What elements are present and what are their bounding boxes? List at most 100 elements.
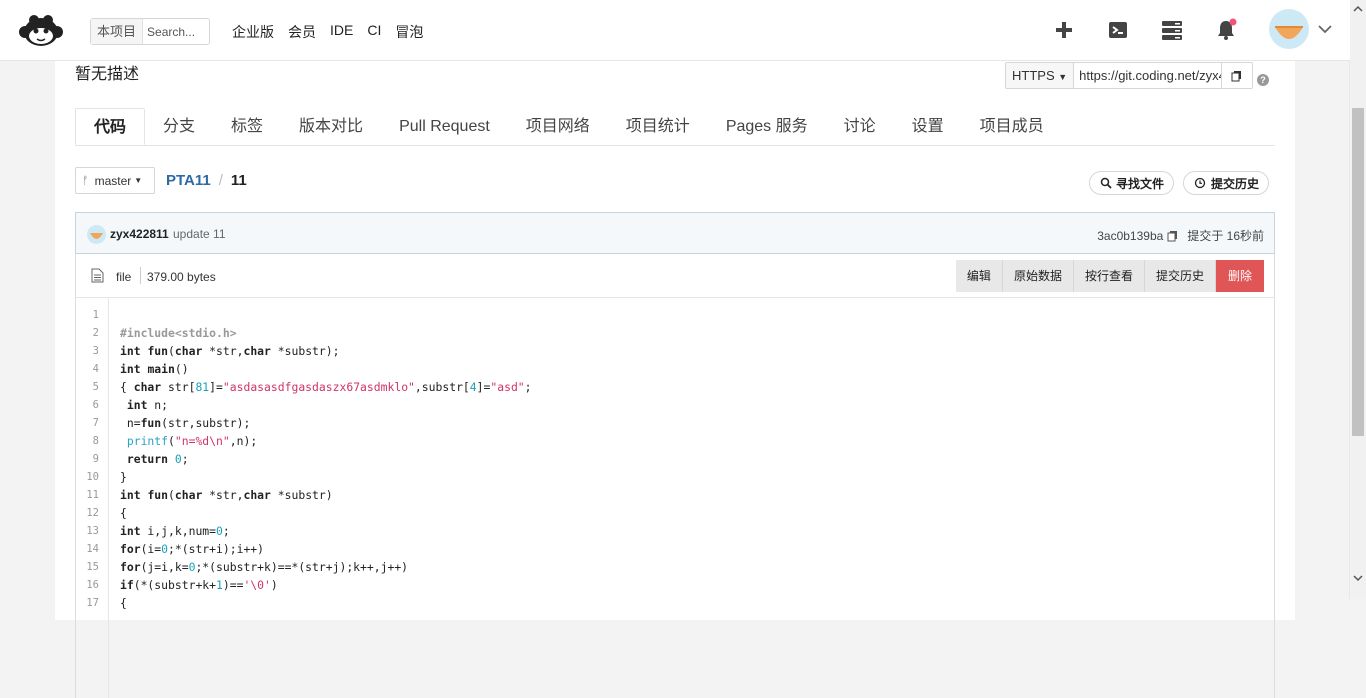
raw-button[interactable]: 原始数据 [1002, 260, 1074, 292]
code-line: { [120, 506, 127, 520]
line-number[interactable]: 6 [93, 399, 99, 411]
line-number[interactable]: 4 [93, 363, 99, 375]
line-number[interactable]: 12 [86, 507, 99, 519]
breadcrumb: PTA11 / 11 [166, 172, 247, 189]
find-file-button[interactable]: 寻找文件 [1089, 171, 1175, 195]
tab-compare[interactable]: 版本对比 [281, 108, 381, 145]
line-number[interactable]: 3 [93, 345, 99, 357]
tab-branches[interactable]: 分支 [145, 108, 213, 145]
file-type: file [116, 270, 132, 284]
line-number[interactable]: 9 [93, 453, 99, 465]
code-line: n=fun(str,substr); [120, 416, 251, 430]
nav-link-enterprise[interactable]: 企业版 [232, 22, 274, 42]
server-icon[interactable] [1160, 18, 1184, 42]
code-line: { char str[81]="asdasasdfgasdaszx67asdmk… [120, 380, 532, 394]
search-input[interactable] [143, 24, 210, 39]
file-actions: 编辑 原始数据 按行查看 提交历史 删除 [955, 260, 1264, 292]
line-number[interactable]: 10 [86, 471, 99, 483]
commit-history-button[interactable]: 提交历史 [1183, 171, 1270, 195]
tab-discussion[interactable]: 讨论 [826, 108, 894, 145]
clone-protocol-dropdown[interactable]: HTTPS ▼ [1006, 63, 1075, 88]
terminal-icon[interactable] [1106, 18, 1130, 42]
main-nav-links: 企业版 会员 IDE CI 冒泡 [232, 22, 437, 42]
breadcrumb-separator: / [218, 172, 223, 189]
code-line: { [120, 596, 127, 610]
file-history-button[interactable]: 提交历史 [1144, 260, 1216, 292]
line-number[interactable]: 5 [93, 381, 99, 393]
commit-message[interactable]: update 11 [173, 227, 226, 241]
tab-settings[interactable]: 设置 [894, 108, 962, 145]
commit-hash[interactable]: 3ac0b139ba [1097, 229, 1163, 243]
commit-avatar[interactable] [87, 225, 106, 244]
clone-url-box: HTTPS ▼ https://git.coding.net/zyx422811… [1005, 62, 1254, 89]
branch-selector[interactable]: ᚠ master ▼ [75, 167, 155, 194]
tab-pages[interactable]: Pages 服务 [708, 108, 826, 145]
breadcrumb-repo[interactable]: PTA11 [166, 172, 211, 189]
blame-button[interactable]: 按行查看 [1073, 260, 1145, 292]
project-tabs: 代码 分支 标签 版本对比 Pull Request 项目网络 项目统计 Pag… [75, 108, 1275, 146]
nav-link-ide[interactable]: IDE [330, 22, 353, 42]
code-line: for(i=0;*(str+i);i++) [120, 542, 265, 556]
code-line: } [120, 470, 127, 484]
plus-icon[interactable] [1052, 18, 1076, 42]
line-number-gutter: 1 2 3 4 5 6 7 8 9 10 11 12 13 14 15 16 17 [76, 298, 109, 698]
branch-icon: ᚠ [82, 174, 89, 187]
scroll-up-icon[interactable] [1353, 4, 1363, 14]
nav-link-member[interactable]: 会员 [288, 22, 316, 42]
help-icon[interactable]: ? [1257, 74, 1269, 86]
caret-down-icon: ▼ [134, 176, 143, 185]
caret-down-icon: ▼ [1058, 72, 1068, 82]
edit-button[interactable]: 编辑 [955, 260, 1003, 292]
top-navbar: 本项目 企业版 会员 IDE CI 冒泡 [0, 0, 1350, 61]
code-line: int i,j,k,num=0; [120, 524, 230, 538]
project-panel: 暂无描述 HTTPS ▼ https://git.coding.net/zyx4… [55, 60, 1295, 698]
line-number[interactable]: 11 [86, 489, 99, 501]
project-description: 暂无描述 [75, 66, 140, 83]
clone-url-field[interactable]: https://git.coding.net/zyx422811/PTA11.g… [1074, 63, 1221, 88]
line-number[interactable]: 2 [93, 327, 99, 339]
commit-history-label: 提交历史 [1211, 176, 1260, 191]
coding-logo[interactable] [18, 12, 64, 48]
scroll-down-icon[interactable] [1353, 573, 1363, 583]
commit-meta: 3ac0b139ba 提交于 16秒前 [1097, 227, 1264, 244]
find-file-label: 寻找文件 [1116, 176, 1165, 191]
tab-statistics[interactable]: 项目统计 [608, 108, 708, 145]
file-header: file 379.00 bytes 编辑 原始数据 按行查看 提交历史 删除 [75, 254, 1275, 298]
line-number[interactable]: 16 [86, 579, 99, 591]
line-number[interactable]: 1 [93, 309, 99, 321]
nav-link-bubble[interactable]: 冒泡 [395, 22, 423, 42]
line-number[interactable]: 15 [86, 561, 99, 573]
page-scrollbar[interactable] [1349, 0, 1366, 599]
commit-author[interactable]: zyx422811 [110, 227, 169, 241]
copy-icon[interactable] [1221, 63, 1253, 88]
search-icon [1100, 177, 1112, 189]
chevron-down-icon[interactable] [1316, 22, 1334, 36]
code-line: int fun(char *str,char *substr); [120, 344, 340, 358]
tab-code[interactable]: 代码 [75, 108, 146, 145]
copy-icon[interactable] [1167, 230, 1179, 242]
bell-icon[interactable] [1214, 18, 1238, 42]
line-number[interactable]: 8 [93, 435, 99, 447]
file-icon [91, 268, 104, 283]
code-line: int fun(char *str,char *substr) [120, 488, 333, 502]
tab-tags[interactable]: 标签 [213, 108, 281, 145]
nav-link-ci[interactable]: CI [367, 22, 381, 42]
branch-name: master [94, 173, 132, 188]
line-number[interactable]: 14 [86, 543, 99, 555]
tab-network[interactable]: 项目网络 [508, 108, 608, 145]
avatar[interactable] [1269, 9, 1309, 49]
code-line: int main() [120, 362, 189, 376]
project-search: 本项目 [90, 18, 211, 45]
line-number[interactable]: 13 [86, 525, 99, 537]
avatar-image [1275, 26, 1303, 39]
tab-pull-request[interactable]: Pull Request [381, 108, 508, 145]
code-line: int n; [126, 398, 169, 412]
line-number[interactable]: 7 [93, 417, 99, 429]
search-scope-label[interactable]: 本项目 [91, 19, 144, 44]
delete-button[interactable]: 删除 [1215, 260, 1264, 292]
divider [140, 267, 141, 284]
tab-members[interactable]: 项目成员 [962, 108, 1062, 145]
avatar-image [90, 233, 103, 239]
scroll-thumb[interactable] [1352, 108, 1364, 436]
clock-icon [1194, 177, 1206, 189]
